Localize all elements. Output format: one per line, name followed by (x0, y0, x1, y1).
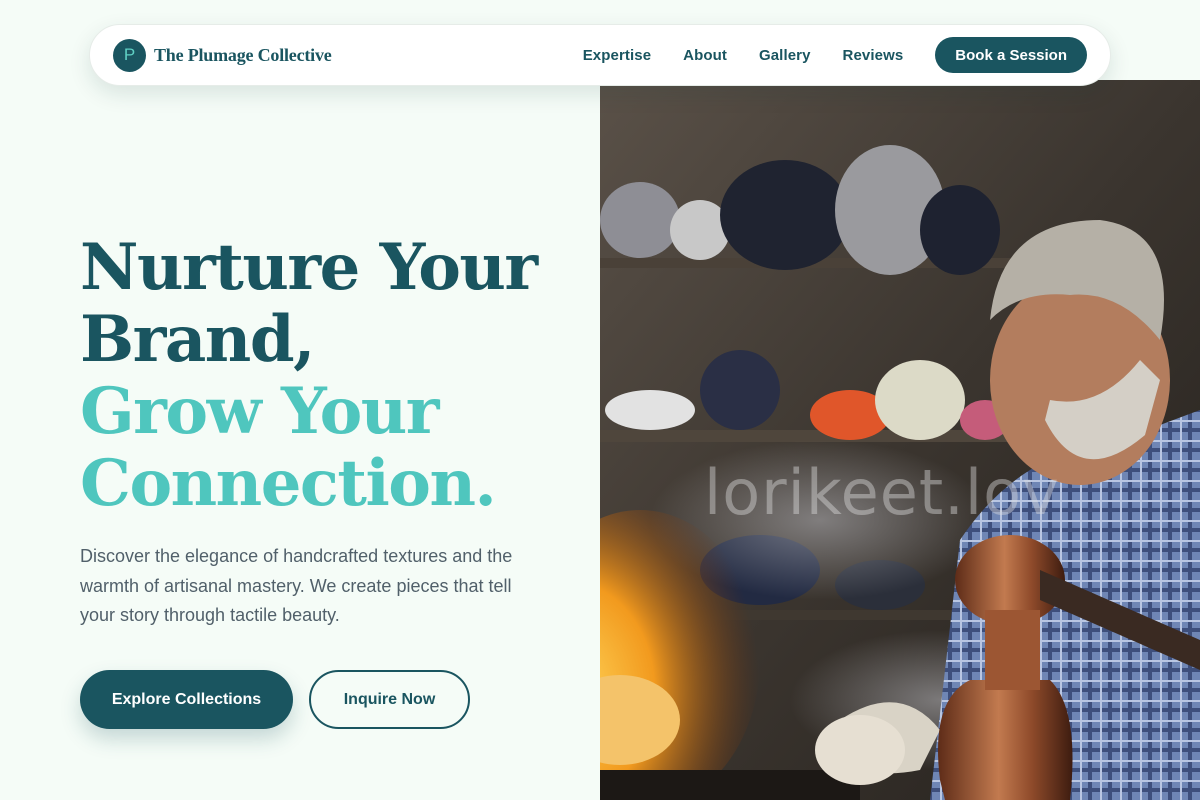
nav-link-about[interactable]: About (683, 47, 727, 64)
inquire-now-button[interactable]: Inquire Now (309, 670, 470, 729)
coppersmith-photo (600, 80, 1200, 800)
book-session-button[interactable]: Book a Session (935, 37, 1087, 73)
nav-link-gallery[interactable]: Gallery (759, 47, 811, 64)
watermark-text: lorikeet.lov (704, 456, 1060, 529)
logo-mark: P (113, 38, 146, 72)
headline-line-4: Connection. (80, 446, 497, 521)
top-navbar: P The Plumage Collective Expertise About… (89, 24, 1111, 86)
headline-line-2: Brand, (80, 302, 315, 377)
nav-link-reviews[interactable]: Reviews (843, 47, 904, 64)
hero-headline: Nurture Your Brand, Grow Your Connection… (80, 230, 538, 521)
nav-link-expertise[interactable]: Expertise (583, 47, 651, 64)
headline-line-3: Grow Your (80, 374, 439, 449)
hero-image: lorikeet.lov (600, 80, 1200, 800)
headline-line-1: Nurture Your (80, 230, 538, 305)
nav-links: Expertise About Gallery Reviews Book a S… (583, 37, 1110, 73)
explore-collections-button[interactable]: Explore Collections (80, 670, 293, 729)
hero-description: Discover the elegance of handcrafted tex… (80, 546, 513, 625)
brand-name: The Plumage Collective (154, 44, 332, 65)
brand-logo-link[interactable]: P The Plumage Collective (113, 38, 332, 72)
